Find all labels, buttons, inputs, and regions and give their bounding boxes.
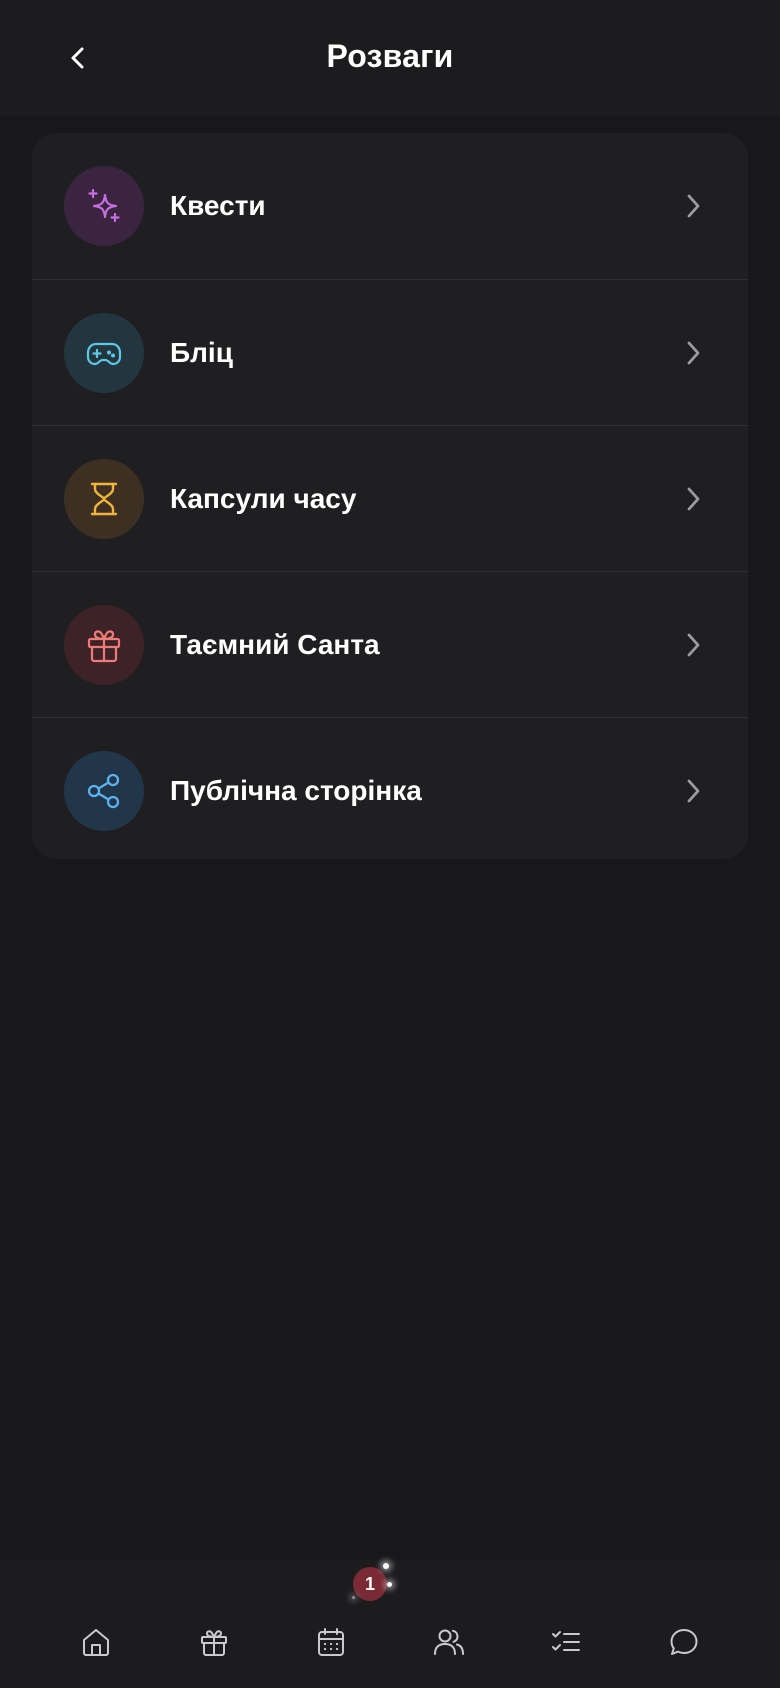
notification-badge: 1	[353, 1567, 387, 1601]
chevron-right-icon	[678, 338, 708, 368]
chevron-right-icon	[678, 776, 708, 806]
menu-item-label: Капсули часу	[170, 482, 357, 514]
nav-item-home[interactable]	[76, 1622, 116, 1662]
icon-circle	[64, 312, 144, 393]
sparkle-decoration	[352, 1596, 355, 1599]
menu-item-time-capsules[interactable]: Капсули часу	[32, 425, 748, 571]
menu-item-blitz[interactable]: Бліц	[32, 279, 748, 425]
gift-icon	[200, 1630, 227, 1656]
nav-item-chat[interactable]	[664, 1622, 704, 1662]
chevron-right-icon	[678, 630, 708, 660]
menu-item-label: Бліц	[170, 336, 233, 368]
gift-icon	[87, 629, 121, 662]
calendar-icon	[318, 1628, 345, 1656]
bottom-navigation	[0, 1560, 780, 1688]
icon-circle	[64, 750, 144, 831]
menu-item-quests[interactable]: Квести	[32, 133, 748, 279]
nav-item-calendar[interactable]	[311, 1622, 351, 1662]
sparkles-icon	[88, 188, 120, 223]
menu-item-label: Таємний Санта	[170, 628, 380, 660]
checklist-icon	[552, 1631, 581, 1651]
hourglass-icon	[90, 482, 118, 515]
nav-item-gifts[interactable]	[194, 1622, 234, 1662]
chevron-right-icon	[678, 484, 708, 514]
menu-item-label: Публічна сторінка	[170, 774, 422, 806]
top-app-bar: Розваги	[0, 0, 780, 116]
page-title: Розваги	[326, 38, 454, 74]
icon-circle	[64, 458, 144, 539]
menu-item-label: Квести	[170, 190, 266, 221]
sparkle-decoration	[383, 1563, 389, 1569]
app-screen: Розваги Квести Бліц Капсули часу Таємний…	[0, 0, 780, 1688]
sparkle-decoration	[387, 1582, 392, 1587]
share-icon	[87, 773, 120, 808]
menu-card: Квести Бліц Капсули часу Таємний Санта П…	[32, 133, 748, 859]
icon-circle	[64, 604, 144, 685]
chevron-right-icon	[678, 191, 708, 221]
users-icon	[433, 1629, 464, 1655]
nav-item-tasks[interactable]	[546, 1622, 586, 1662]
menu-item-public-page[interactable]: Публічна сторінка	[32, 717, 748, 859]
nav-item-people[interactable]	[429, 1622, 469, 1662]
gamepad-icon	[86, 342, 122, 365]
home-icon	[83, 1629, 109, 1656]
icon-circle	[64, 166, 144, 246]
bottom-nav-items	[32, 1622, 748, 1662]
menu-item-secret-santa[interactable]: Таємний Санта	[32, 571, 748, 717]
chat-icon	[670, 1629, 698, 1655]
